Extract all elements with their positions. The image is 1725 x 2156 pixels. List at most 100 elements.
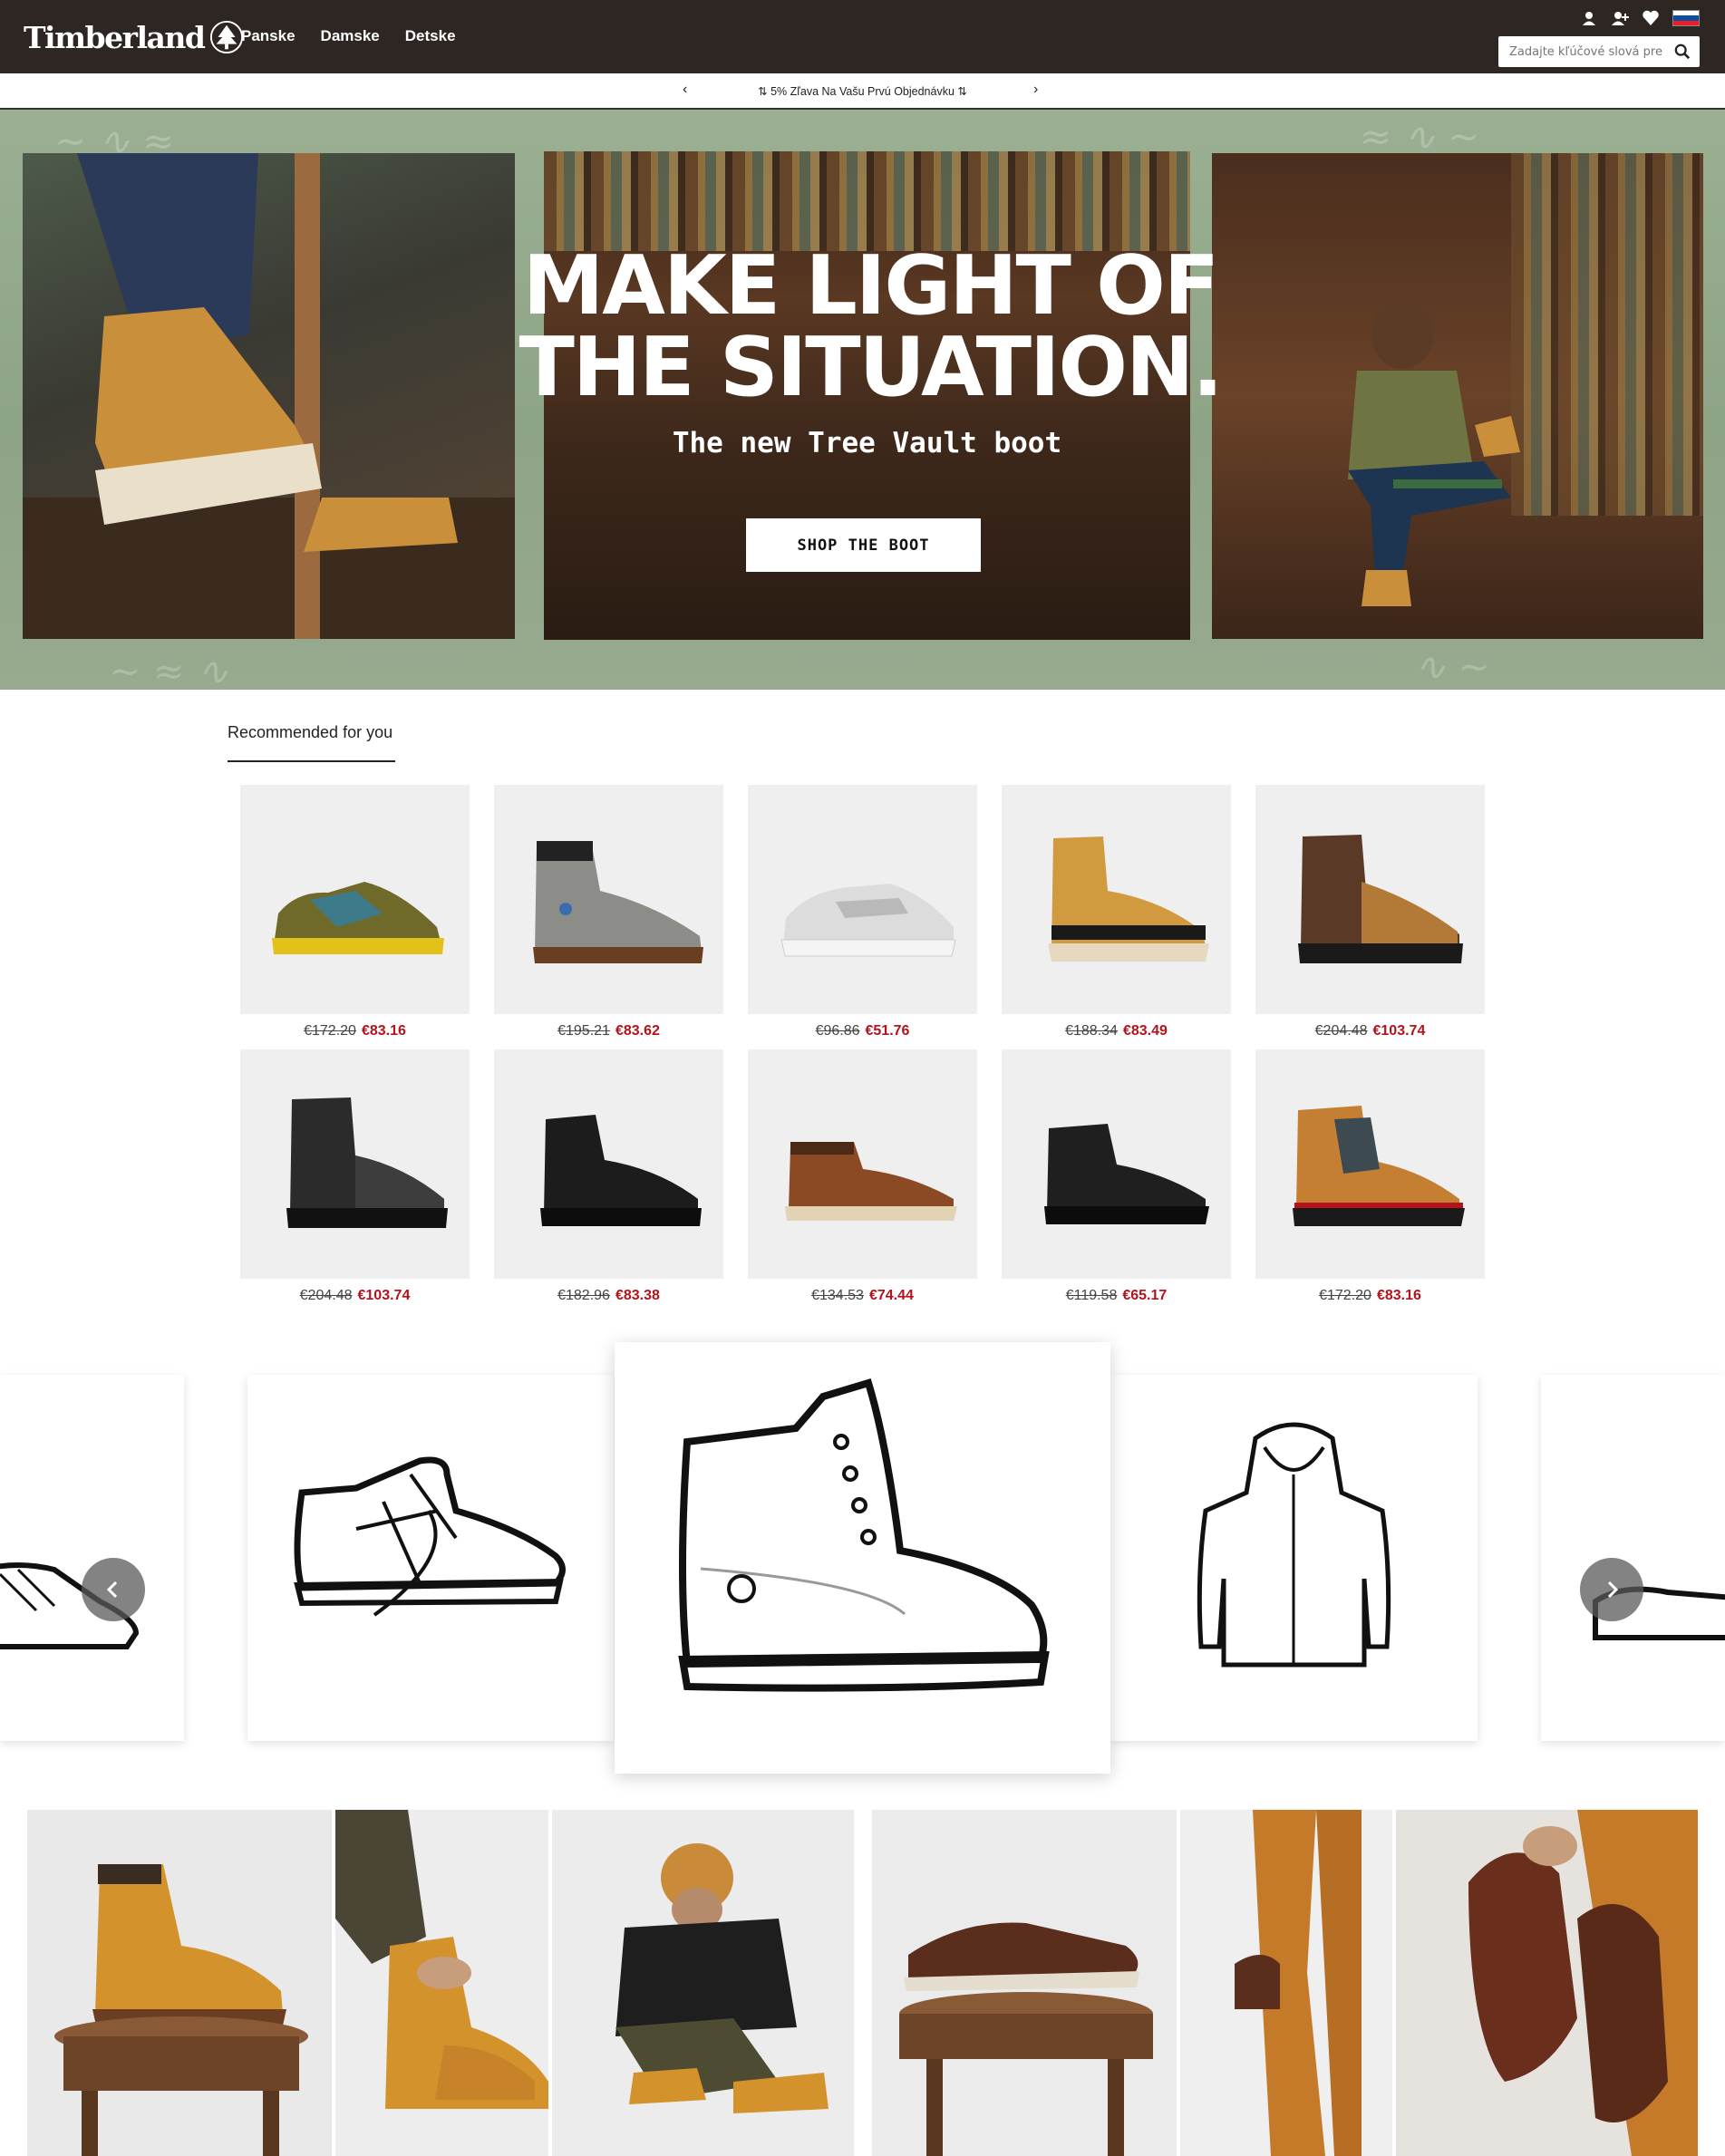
slovakia-flag-icon[interactable] bbox=[1672, 10, 1700, 26]
carousel-next-button[interactable] bbox=[1580, 1558, 1643, 1621]
timberland-logo[interactable]: Timberland bbox=[24, 18, 244, 56]
sale-price: €83.16 bbox=[361, 1023, 406, 1039]
sale-price: €103.74 bbox=[1372, 1023, 1426, 1039]
category-card-sneakers[interactable] bbox=[0, 1375, 184, 1741]
product-image[interactable] bbox=[748, 1049, 977, 1279]
sale-price: €83.38 bbox=[615, 1288, 660, 1303]
product-card[interactable]: €195.21 €83.62 bbox=[494, 785, 723, 1049]
product-image[interactable] bbox=[494, 785, 723, 1014]
hero-photo-boot-closeup bbox=[23, 153, 515, 639]
hero-photo-man-on-chair bbox=[1212, 153, 1703, 639]
black-boot-icon bbox=[539, 1114, 702, 1226]
photo-boat-shoe-stool[interactable] bbox=[872, 1810, 1177, 2156]
product-image[interactable] bbox=[1255, 785, 1485, 1014]
hand-boat-shoes-illustration bbox=[1468, 1810, 1698, 2156]
nav-men[interactable]: Panske bbox=[241, 27, 296, 45]
promo-next-button[interactable]: › bbox=[1033, 82, 1038, 98]
sale-price: €103.74 bbox=[357, 1288, 411, 1303]
photo-hand-holding-shoes[interactable] bbox=[1396, 1810, 1698, 2156]
old-price: €172.20 bbox=[1319, 1288, 1371, 1303]
product-card[interactable]: €96.86 €51.76 bbox=[748, 785, 977, 1049]
chevron-right-icon bbox=[1607, 1581, 1619, 1599]
hero-headline-line1: MAKE LIGHT OF bbox=[522, 238, 1220, 334]
hands-lacing-illustration bbox=[335, 1810, 548, 2109]
product-card[interactable]: €119.58 €65.17 bbox=[1002, 1049, 1231, 1314]
photo-holding-boat-shoes[interactable] bbox=[1180, 1810, 1392, 2156]
category-card-hiking[interactable] bbox=[247, 1375, 614, 1741]
black-chukka-icon bbox=[1043, 1123, 1209, 1224]
utility-icons bbox=[1580, 9, 1700, 27]
chalk-scribble: ∿ ~ bbox=[1414, 644, 1490, 689]
black-hiker-icon bbox=[286, 1097, 448, 1228]
old-price: €204.48 bbox=[1314, 1023, 1368, 1039]
photo-man-sitting[interactable] bbox=[552, 1810, 854, 2156]
shop-the-boot-button[interactable]: SHOP THE BOOT bbox=[746, 518, 981, 572]
search-icon[interactable] bbox=[1674, 44, 1691, 60]
product-image[interactable] bbox=[240, 785, 470, 1014]
yellow-boot-stool-illustration bbox=[54, 1864, 308, 2156]
hero-headline-line2: THE SITUATION. bbox=[518, 320, 1223, 415]
hiking-boot-outline-icon bbox=[294, 1456, 566, 1617]
euro-hiker-icon bbox=[1292, 1105, 1465, 1226]
hero-banner: ~ ∿ ≈ ≈ ∿ ~ ∿ ~ ~ ≈ ∿ MAKE LIGHT OF THE … bbox=[0, 110, 1725, 690]
boot-on-chair-illustration bbox=[23, 153, 515, 639]
promo-bar: ‹ ⇅ 5% Zľava Na Vašu Prvú Objednávku ⇅ › bbox=[0, 73, 1725, 110]
seated-man-cap-illustration bbox=[615, 1843, 829, 2113]
sale-price: €83.16 bbox=[1376, 1288, 1421, 1303]
sneaker-camo-icon bbox=[271, 881, 444, 954]
product-image[interactable] bbox=[1255, 1049, 1485, 1279]
product-grid: €172.20 €83.16 €195.21 €83.62 €96.86 €51.76 bbox=[240, 785, 1485, 1314]
product-card[interactable]: €172.20 €83.16 bbox=[1255, 1049, 1485, 1314]
register-icon[interactable] bbox=[1611, 9, 1629, 27]
product-card[interactable]: €204.48 €103.74 bbox=[240, 1049, 470, 1314]
tree-logo-icon bbox=[210, 20, 244, 54]
search-box bbox=[1498, 36, 1700, 67]
bookshelf-background bbox=[544, 151, 1190, 251]
white-sneaker-icon bbox=[780, 883, 956, 956]
photo-lacing-boots[interactable] bbox=[335, 1810, 548, 2156]
product-card[interactable]: €188.34 €83.49 bbox=[1002, 785, 1231, 1049]
nav-kids[interactable]: Detske bbox=[405, 27, 456, 45]
nav-women[interactable]: Damske bbox=[321, 27, 380, 45]
chevron-left-icon bbox=[106, 1581, 118, 1599]
old-price: €188.34 bbox=[1065, 1023, 1118, 1039]
seated-man-illustration bbox=[1348, 300, 1520, 606]
product-image[interactable] bbox=[494, 1049, 723, 1279]
logo-wordmark: Timberland bbox=[24, 19, 206, 55]
category-card-boat-shoes[interactable] bbox=[1541, 1375, 1725, 1741]
old-price: €182.96 bbox=[557, 1288, 610, 1303]
hero-headline: MAKE LIGHT OF THE SITUATION. bbox=[480, 246, 1260, 409]
product-card[interactable]: €134.53 €74.44 bbox=[748, 1049, 977, 1314]
sale-price: €65.17 bbox=[1122, 1288, 1168, 1303]
recommended-underline bbox=[228, 760, 395, 762]
old-price: €96.86 bbox=[815, 1023, 860, 1039]
product-image[interactable] bbox=[1002, 785, 1231, 1014]
brown-chukka-icon bbox=[784, 1141, 957, 1221]
recommended-heading: Recommended for you bbox=[228, 723, 393, 741]
category-card-clothing[interactable] bbox=[1110, 1375, 1478, 1741]
carousel-prev-button[interactable] bbox=[82, 1558, 145, 1621]
product-image[interactable] bbox=[1002, 1049, 1231, 1279]
product-card[interactable]: €204.48 €103.74 bbox=[1255, 785, 1485, 1049]
account-icon[interactable] bbox=[1580, 9, 1598, 27]
category-card-6-inch-boot[interactable] bbox=[615, 1342, 1110, 1774]
product-image[interactable] bbox=[748, 785, 977, 1014]
wishlist-heart-icon[interactable] bbox=[1642, 9, 1660, 27]
hero-subtitle: The new Tree Vault boot bbox=[672, 427, 1062, 459]
chalk-scribble: ≈ ∿ ~ bbox=[1360, 114, 1480, 159]
old-price: €134.53 bbox=[811, 1288, 864, 1303]
sale-price: €51.76 bbox=[865, 1023, 910, 1039]
hoodie-outline-icon bbox=[1197, 1422, 1391, 1668]
old-price: €195.21 bbox=[557, 1023, 610, 1039]
boat-shoe-outline-icon bbox=[1593, 1586, 1725, 1640]
sale-price: €83.49 bbox=[1122, 1023, 1168, 1039]
promo-message[interactable]: ⇅ 5% Zľava Na Vašu Prvú Objednávku ⇅ bbox=[0, 84, 1725, 98]
product-image[interactable] bbox=[240, 1049, 470, 1279]
sale-price: €83.62 bbox=[615, 1023, 660, 1039]
product-card[interactable]: €182.96 €83.38 bbox=[494, 1049, 723, 1314]
old-price: €119.58 bbox=[1065, 1288, 1118, 1303]
main-nav: Panske Damske Detske bbox=[241, 27, 456, 45]
search-input[interactable] bbox=[1498, 36, 1665, 67]
product-card[interactable]: €172.20 €83.16 bbox=[240, 785, 470, 1049]
photo-boot-on-stool[interactable] bbox=[27, 1810, 332, 2156]
